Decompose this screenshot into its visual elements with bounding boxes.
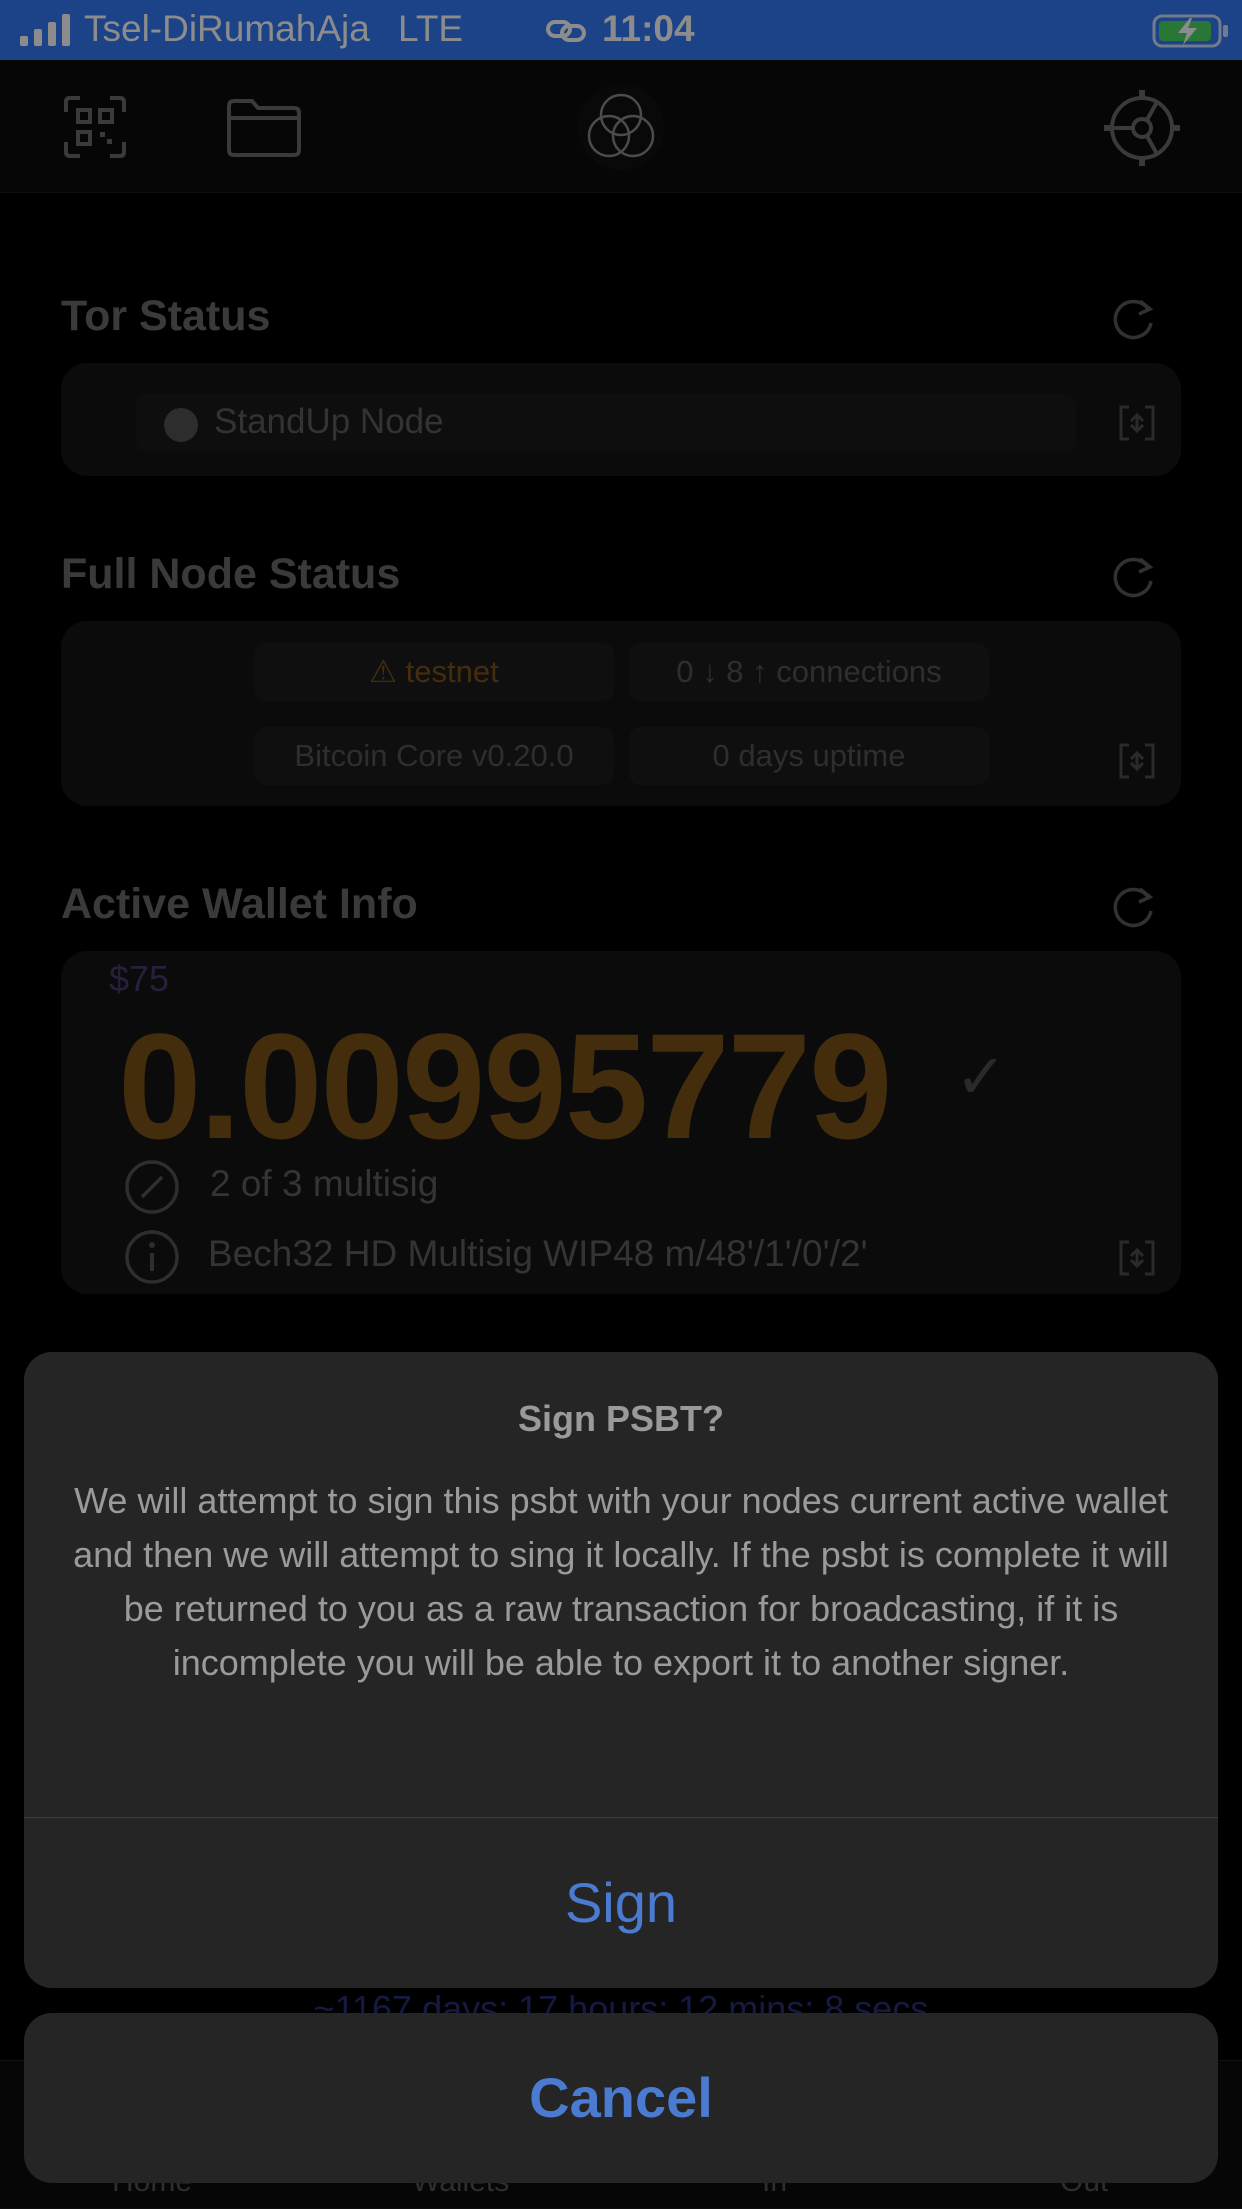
action-sheet-message: We will attempt to sign this psbt with y… [73,1480,1169,1683]
sign-button[interactable]: Sign [24,1818,1218,1988]
action-sheet-title: Sign PSBT? [518,1398,724,1439]
sign-psbt-action-sheet: Sign PSBT? We will attempt to sign this … [24,1352,1218,1988]
cancel-button[interactable]: Cancel [24,2013,1218,2183]
